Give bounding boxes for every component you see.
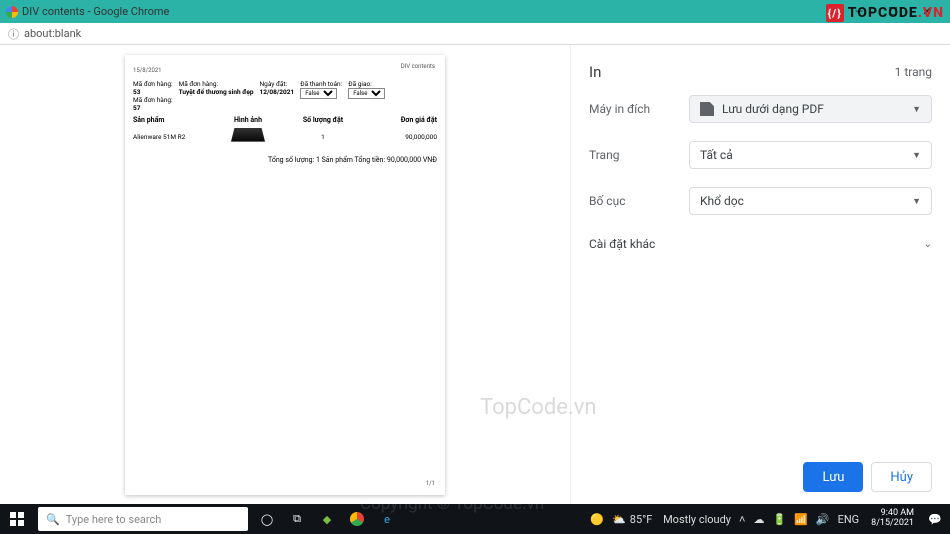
- cortana-icon[interactable]: ◯: [252, 504, 282, 534]
- chevron-down-icon: ▼: [912, 150, 921, 161]
- delivered-select[interactable]: False: [348, 88, 385, 99]
- save-button[interactable]: Lưu: [803, 462, 863, 492]
- chevron-down-icon: ▼: [912, 196, 921, 207]
- wifi-icon[interactable]: 📶: [794, 513, 808, 526]
- address-bar[interactable]: ⓘ about:blank: [0, 23, 950, 45]
- preview-total: Tổng số lượng: 1 Sản phẩm Tổng tiền: 90,…: [133, 156, 437, 164]
- chevron-down-icon: ▼: [912, 104, 921, 115]
- cancel-button[interactable]: Hủy: [871, 462, 932, 492]
- tray-chevron-up-icon[interactable]: ˄: [739, 513, 745, 526]
- pages-dropdown[interactable]: Tất cả▼: [689, 141, 932, 169]
- chrome-favicon: [6, 6, 18, 18]
- sound-icon[interactable]: 🔊: [816, 513, 830, 526]
- print-title: In: [589, 63, 601, 81]
- more-settings-toggle[interactable]: Cài đặt khác⌄: [589, 237, 932, 251]
- news-icon[interactable]: 🟡: [590, 513, 604, 526]
- preview-header-date: 15/8/2021: [133, 67, 437, 74]
- window-titlebar: DIV contents - Google Chrome — ☐ ✕: [0, 0, 950, 23]
- window-title: DIV contents - Google Chrome: [22, 5, 169, 18]
- app-icon[interactable]: ◆: [312, 504, 342, 534]
- destination-dropdown[interactable]: Lưu dưới dạng PDF▼: [689, 95, 932, 123]
- url-text: about:blank: [24, 27, 81, 40]
- logo-mark-icon: {/}: [826, 4, 844, 22]
- page-count: 1 trang: [895, 65, 932, 79]
- battery-icon[interactable]: 🔋: [772, 513, 786, 526]
- chevron-down-icon: ⌄: [924, 239, 932, 250]
- action-center-icon[interactable]: 💬: [920, 504, 950, 534]
- table-row: Alienware 51M R2 1 90,000,000: [133, 128, 437, 146]
- destination-label: Máy in đích: [589, 102, 689, 116]
- layout-dropdown[interactable]: Khổ dọc▼: [689, 187, 932, 215]
- topcode-logo: {/} TOPCODE.VN: [826, 2, 944, 24]
- chrome-taskbar-icon[interactable]: [342, 504, 372, 534]
- preview-page-number: 1/1: [426, 480, 435, 487]
- weather-widget[interactable]: ⛅85°F Mostly cloudy: [612, 513, 731, 526]
- print-preview-area: 15/8/2021 DIV contents Mã đơn hàng:53Mã …: [0, 45, 570, 504]
- taskview-icon[interactable]: ⧉: [282, 504, 312, 534]
- pages-label: Trang: [589, 148, 689, 162]
- search-icon: 🔍: [46, 513, 60, 526]
- taskbar-clock[interactable]: 9:40 AM8/15/2021: [865, 509, 920, 529]
- pdf-file-icon: [700, 102, 714, 116]
- preview-page[interactable]: 15/8/2021 DIV contents Mã đơn hàng:53Mã …: [125, 55, 445, 495]
- preview-header-title: DIV contents: [401, 63, 435, 70]
- laptop-image-icon: [231, 128, 265, 144]
- onedrive-icon[interactable]: ☁: [753, 513, 764, 526]
- taskbar-search[interactable]: 🔍 Type here to search: [38, 507, 248, 531]
- edge-taskbar-icon[interactable]: e: [372, 504, 402, 534]
- start-button[interactable]: [0, 504, 34, 534]
- site-info-icon[interactable]: ⓘ: [8, 26, 19, 42]
- layout-label: Bố cục: [589, 194, 689, 208]
- lang-indicator[interactable]: ENG: [838, 513, 860, 526]
- print-settings-panel: In 1 trang Máy in đích Lưu dưới dạng PDF…: [570, 45, 950, 504]
- paid-select[interactable]: False: [300, 88, 337, 99]
- windows-taskbar: 🔍 Type here to search ◯ ⧉ ◆ e 🟡 ⛅85°F Mo…: [0, 504, 950, 534]
